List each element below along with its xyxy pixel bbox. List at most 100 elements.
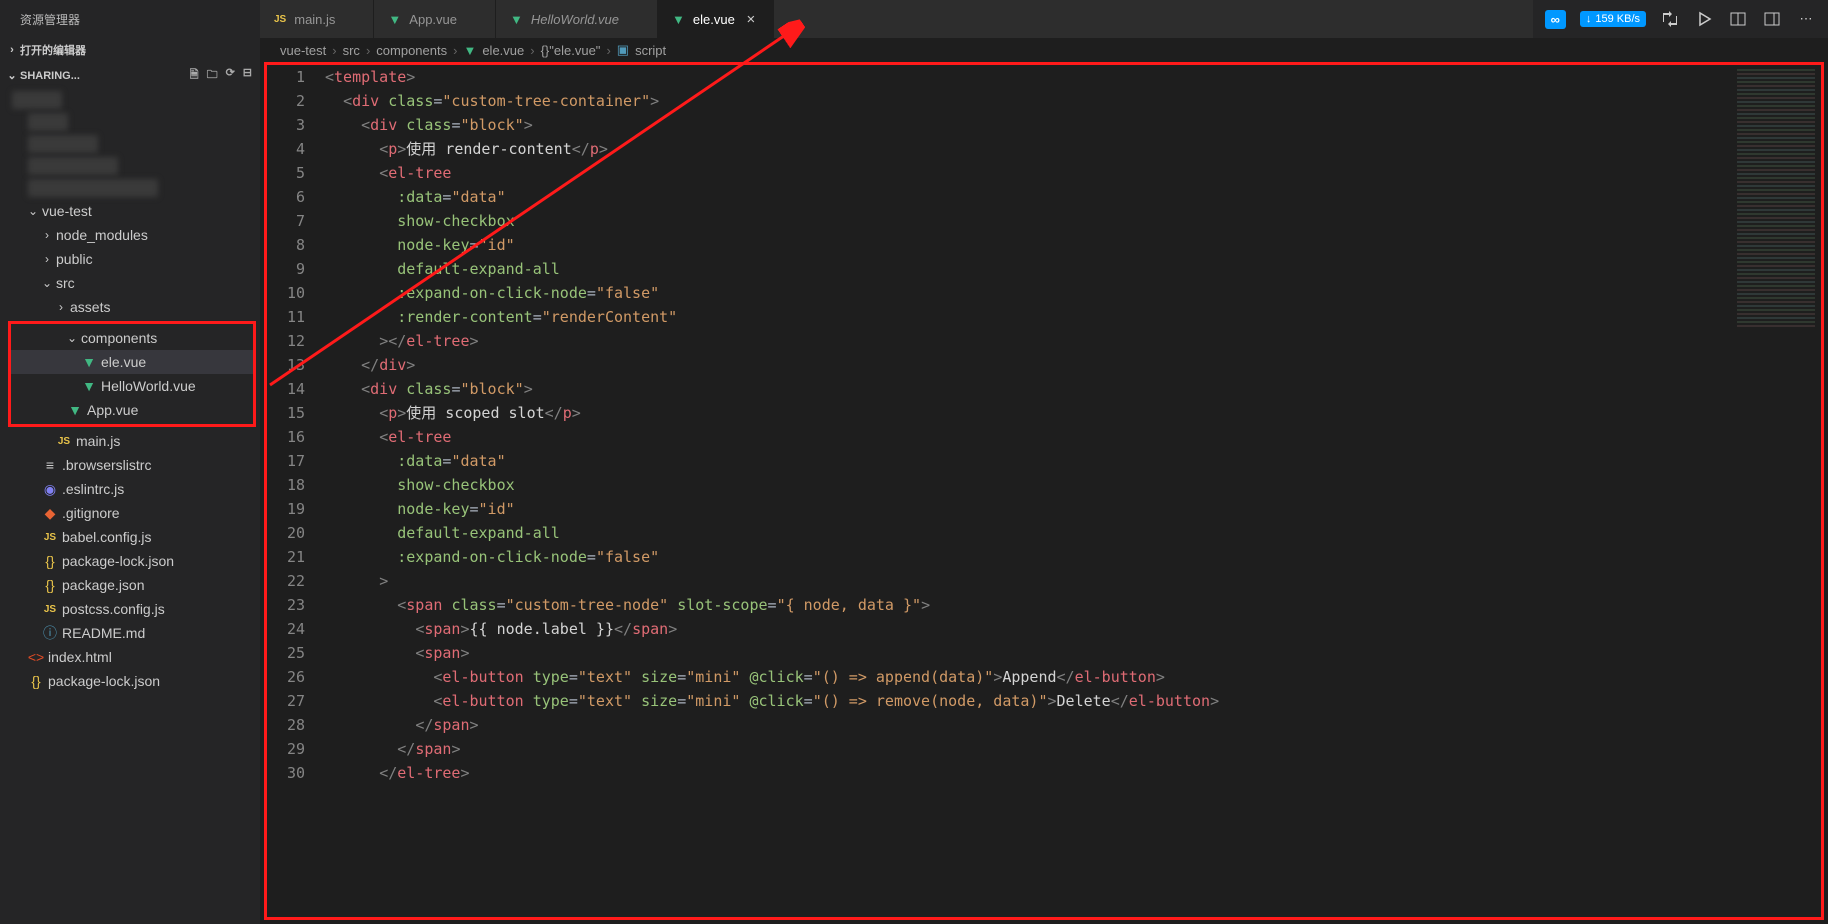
- breadcrumb-separator: ›: [366, 43, 370, 58]
- code-line[interactable]: <span class="custom-tree-node" slot-scop…: [325, 593, 1731, 617]
- breadcrumb-segment[interactable]: ele.vue: [482, 43, 524, 58]
- file-postcss-config[interactable]: JS postcss.config.js: [0, 597, 260, 621]
- code-line[interactable]: show-checkbox: [325, 473, 1731, 497]
- line-number: 4: [267, 137, 305, 161]
- chevron-right-icon: ›: [54, 300, 68, 314]
- code-line[interactable]: <template>: [325, 65, 1731, 89]
- code-line[interactable]: <span>: [325, 641, 1731, 665]
- network-speed-badge: ↓ 159 KB/s: [1580, 11, 1646, 27]
- split-editor-icon[interactable]: [1728, 9, 1748, 29]
- refresh-icon[interactable]: ⟳: [226, 66, 235, 85]
- close-icon[interactable]: ×: [743, 11, 759, 28]
- file-index-html[interactable]: <> index.html: [0, 645, 260, 669]
- file-gitignore[interactable]: ◆ .gitignore: [0, 501, 260, 525]
- breadcrumb[interactable]: vue-test›src›components›▼ ele.vue›{}"ele…: [260, 38, 1828, 62]
- code-line[interactable]: <div class="block">: [325, 113, 1731, 137]
- breadcrumb-segment[interactable]: components: [376, 43, 447, 58]
- js-file-icon: JS: [40, 532, 60, 543]
- workspace-header[interactable]: ⌄ SHARING... 🗎 🗀 ⟳ ⊟: [0, 62, 260, 89]
- json-file-icon: {}: [40, 553, 60, 569]
- code-line[interactable]: >: [325, 569, 1731, 593]
- code-line[interactable]: node-key="id": [325, 497, 1731, 521]
- line-number: 20: [267, 521, 305, 545]
- code-line[interactable]: <div class="custom-tree-container">: [325, 89, 1731, 113]
- code-line[interactable]: :expand-on-click-node="false": [325, 281, 1731, 305]
- code-line[interactable]: </el-tree>: [325, 761, 1731, 785]
- code-line[interactable]: <el-button type="text" size="mini" @clic…: [325, 665, 1731, 689]
- folder-node-modules[interactable]: › node_modules: [0, 223, 260, 247]
- code-line[interactable]: <el-button type="text" size="mini" @clic…: [325, 689, 1731, 713]
- folder-assets[interactable]: › assets: [0, 295, 260, 319]
- folder-components[interactable]: ⌄ components: [11, 326, 253, 350]
- file-eslintrc[interactable]: ◉ .eslintrc.js: [0, 477, 260, 501]
- file-helloworld-vue[interactable]: ▼ HelloWorld.vue: [11, 374, 253, 398]
- code-line[interactable]: <p>使用 scoped slot</p>: [325, 401, 1731, 425]
- infinity-badge: ∞: [1545, 10, 1566, 29]
- file-browserslistrc[interactable]: ≡ .browserslistrc: [0, 453, 260, 477]
- blurred-item: [28, 135, 98, 153]
- folder-src[interactable]: ⌄ src: [0, 271, 260, 295]
- breadcrumb-segment[interactable]: {}"ele.vue": [541, 43, 601, 58]
- line-number: 22: [267, 569, 305, 593]
- minimap-content: [1737, 69, 1815, 329]
- line-number: 19: [267, 497, 305, 521]
- file-package-json[interactable]: {} package.json: [0, 573, 260, 597]
- collapse-all-icon[interactable]: ⊟: [243, 66, 252, 85]
- file-readme[interactable]: ⓘ README.md: [0, 621, 260, 645]
- code-line[interactable]: :expand-on-click-node="false": [325, 545, 1731, 569]
- chevron-right-icon: ›: [40, 228, 54, 242]
- line-number: 15: [267, 401, 305, 425]
- code-line[interactable]: <el-tree: [325, 425, 1731, 449]
- code-line[interactable]: :data="data": [325, 185, 1731, 209]
- breadcrumb-segment[interactable]: vue-test: [280, 43, 326, 58]
- line-number: 8: [267, 233, 305, 257]
- code-line[interactable]: ></el-tree>: [325, 329, 1731, 353]
- line-number: 29: [267, 737, 305, 761]
- file-babel-config[interactable]: JS babel.config.js: [0, 525, 260, 549]
- more-actions-icon[interactable]: ⋯: [1796, 9, 1816, 29]
- file-main-js[interactable]: JS main.js: [0, 429, 260, 453]
- folder-public[interactable]: › public: [0, 247, 260, 271]
- tab-ele-vue[interactable]: ▼ele.vue×: [658, 0, 774, 38]
- code-line[interactable]: <div class="block">: [325, 377, 1731, 401]
- run-icon[interactable]: [1694, 9, 1714, 29]
- line-number: 18: [267, 473, 305, 497]
- file-package-lock[interactable]: {} package-lock.json: [0, 549, 260, 573]
- file-ele-vue[interactable]: ▼ ele.vue: [11, 350, 253, 374]
- breadcrumb-segment[interactable]: src: [343, 43, 360, 58]
- code-editor[interactable]: <template> <div class="custom-tree-conta…: [325, 65, 1731, 917]
- code-line[interactable]: default-expand-all: [325, 521, 1731, 545]
- breadcrumb-separator: ›: [530, 43, 534, 58]
- layout-icon[interactable]: [1762, 9, 1782, 29]
- code-line[interactable]: </div>: [325, 353, 1731, 377]
- breadcrumb-segment[interactable]: script: [635, 43, 666, 58]
- code-line[interactable]: node-key="id": [325, 233, 1731, 257]
- code-line[interactable]: <el-tree: [325, 161, 1731, 185]
- code-line[interactable]: show-checkbox: [325, 209, 1731, 233]
- tab-main-js[interactable]: JSmain.js×: [260, 0, 374, 38]
- code-line[interactable]: </span>: [325, 737, 1731, 761]
- opened-editors-header[interactable]: › 打开的编辑器: [0, 38, 260, 62]
- code-line[interactable]: </span>: [325, 713, 1731, 737]
- tab-App-vue[interactable]: ▼App.vue×: [374, 0, 496, 38]
- code-line[interactable]: :data="data": [325, 449, 1731, 473]
- file-app-vue[interactable]: ▼ App.vue: [11, 398, 253, 422]
- code-line[interactable]: <p>使用 render-content</p>: [325, 137, 1731, 161]
- file-package-lock-root[interactable]: {} package-lock.json: [0, 669, 260, 693]
- code-line[interactable]: :render-content="renderContent": [325, 305, 1731, 329]
- line-number: 27: [267, 689, 305, 713]
- chevron-right-icon: ›: [40, 252, 54, 266]
- code-line[interactable]: default-expand-all: [325, 257, 1731, 281]
- code-line[interactable]: <span>{{ node.label }}</span>: [325, 617, 1731, 641]
- highlight-annotation: ⌄ components ▼ ele.vue ▼ HelloWorld.vue …: [8, 321, 256, 427]
- new-folder-icon[interactable]: 🗀: [207, 66, 218, 85]
- compare-icon[interactable]: [1660, 9, 1680, 29]
- config-file-icon: ≡: [40, 457, 60, 473]
- tab-HelloWorld-vue[interactable]: ▼HelloWorld.vue×: [496, 0, 658, 38]
- folder-vue-test[interactable]: ⌄ vue-test: [0, 199, 260, 223]
- workspace-label: SHARING...: [20, 70, 80, 82]
- tab-label: ele.vue: [693, 12, 735, 27]
- line-number: 10: [267, 281, 305, 305]
- minimap[interactable]: [1731, 65, 1821, 917]
- new-file-icon[interactable]: 🗎: [190, 66, 199, 85]
